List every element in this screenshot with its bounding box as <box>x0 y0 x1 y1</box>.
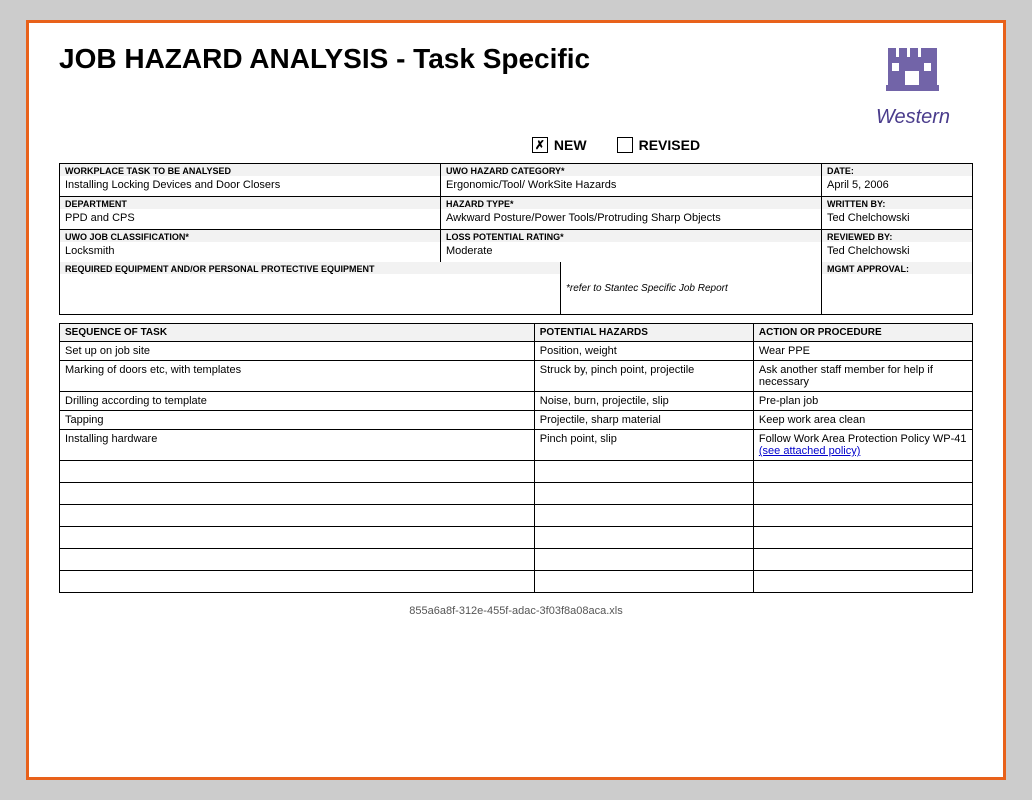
table-row: Drilling according to templateNoise, bur… <box>60 392 973 411</box>
task-hazard-cell: Noise, burn, projectile, slip <box>534 392 753 411</box>
task-action-cell: Pre-plan job <box>753 392 972 411</box>
task-seq-cell: Tapping <box>60 411 535 430</box>
table-row: Installing hardwarePinch point, slipFoll… <box>60 430 973 461</box>
new-status: ✗ NEW <box>532 137 587 153</box>
info-section: WORKPLACE TASK TO BE ANALYSED Installing… <box>59 163 973 262</box>
info-mid: UWO HAZARD CATEGORY* Ergonomic/Tool/ Wor… <box>441 164 822 262</box>
status-row: ✗ NEW REVISED <box>259 137 973 153</box>
page-title: JOB HAZARD ANALYSIS - Task Specific <box>59 43 590 75</box>
uwo-hazard-field: UWO HAZARD CATEGORY* Ergonomic/Tool/ Wor… <box>441 164 821 197</box>
task-seq-cell: Drilling according to template <box>60 392 535 411</box>
task-action-cell <box>753 461 972 483</box>
task-hazard-cell <box>534 483 753 505</box>
uwo-job-field: UWO JOB CLASSIFICATION* Locksmith <box>60 230 440 262</box>
info-right: DATE: April 5, 2006 WRITTEN BY: Ted Chel… <box>822 164 972 262</box>
mgmt-approval-value <box>822 274 972 314</box>
col-header-action: ACTION OR PROCEDURE <box>753 324 972 342</box>
new-label: NEW <box>554 137 587 153</box>
new-checkbox: ✗ <box>532 137 548 153</box>
castle-icon <box>883 43 943 103</box>
department-field: DEPARTMENT PPD and CPS <box>60 197 440 230</box>
table-header-row: SEQUENCE OF TASK POTENTIAL HAZARDS ACTIO… <box>60 324 973 342</box>
footer: 855a6a8f-312e-455f-adac-3f03f8a08aca.xls <box>59 605 973 617</box>
loss-potential-field: LOSS POTENTIAL RATING* Moderate <box>441 230 821 262</box>
logo-area: Western <box>853 43 973 129</box>
task-action-cell: Follow Work Area Protection Policy WP-41… <box>753 430 972 461</box>
task-table: SEQUENCE OF TASK POTENTIAL HAZARDS ACTIO… <box>59 323 973 593</box>
table-row <box>60 549 973 571</box>
reviewed-by-field: REVIEWED BY: Ted Chelchowski <box>822 230 972 262</box>
task-action-cell <box>753 483 972 505</box>
revised-label: REVISED <box>639 137 700 153</box>
task-hazard-cell: Pinch point, slip <box>534 430 753 461</box>
table-row <box>60 461 973 483</box>
task-seq-cell: Installing hardware <box>60 430 535 461</box>
task-seq-cell <box>60 505 535 527</box>
task-action-cell <box>753 505 972 527</box>
task-seq-cell <box>60 527 535 549</box>
task-hazard-cell <box>534 505 753 527</box>
info-left: WORKPLACE TASK TO BE ANALYSED Installing… <box>60 164 441 262</box>
table-row: Set up on job sitePosition, weightWear P… <box>60 342 973 361</box>
written-by-field: WRITTEN BY: Ted Chelchowski <box>822 197 972 230</box>
col-header-hazards: POTENTIAL HAZARDS <box>534 324 753 342</box>
task-seq-cell: Set up on job site <box>60 342 535 361</box>
task-action-cell: Keep work area clean <box>753 411 972 430</box>
revised-checkbox <box>617 137 633 153</box>
page: JOB HAZARD ANALYSIS - Task Specific <box>26 20 1006 780</box>
task-action-cell <box>753 549 972 571</box>
table-row <box>60 527 973 549</box>
task-hazard-cell <box>534 549 753 571</box>
task-hazard-cell <box>534 527 753 549</box>
table-row: Marking of doors etc, with templatesStru… <box>60 361 973 392</box>
table-row <box>60 483 973 505</box>
task-seq-cell <box>60 571 535 593</box>
mgmt-approval-field: MGMT APPROVAL: <box>822 262 972 314</box>
hazard-type-field: HAZARD TYPE* Awkward Posture/Power Tools… <box>441 197 821 230</box>
task-seq-cell: Marking of doors etc, with templates <box>60 361 535 392</box>
date-field: DATE: April 5, 2006 <box>822 164 972 197</box>
task-seq-cell <box>60 549 535 571</box>
equipment-field: REQUIRED EQUIPMENT AND/OR PERSONAL PROTE… <box>60 262 561 314</box>
stantec-note: *refer to Stantec Specific Job Report <box>561 262 822 314</box>
workplace-task-field: WORKPLACE TASK TO BE ANALYSED Installing… <box>60 164 440 197</box>
task-hazard-cell: Position, weight <box>534 342 753 361</box>
equipment-value <box>60 274 560 314</box>
task-seq-cell <box>60 461 535 483</box>
task-seq-cell <box>60 483 535 505</box>
table-row <box>60 505 973 527</box>
table-row <box>60 571 973 593</box>
task-hazard-cell: Struck by, pinch point, projectile <box>534 361 753 392</box>
revised-status: REVISED <box>617 137 700 153</box>
task-hazard-cell <box>534 461 753 483</box>
task-hazard-cell <box>534 571 753 593</box>
task-action-cell <box>753 527 972 549</box>
table-row: TappingProjectile, sharp materialKeep wo… <box>60 411 973 430</box>
equipment-row: REQUIRED EQUIPMENT AND/OR PERSONAL PROTE… <box>59 262 973 315</box>
task-hazard-cell: Projectile, sharp material <box>534 411 753 430</box>
task-action-cell <box>753 571 972 593</box>
task-action-cell: Ask another staff member for help if nec… <box>753 361 972 392</box>
logo-text: Western <box>853 106 973 129</box>
task-action-cell: Wear PPE <box>753 342 972 361</box>
col-header-sequence: SEQUENCE OF TASK <box>60 324 535 342</box>
header-row: JOB HAZARD ANALYSIS - Task Specific <box>59 43 973 129</box>
